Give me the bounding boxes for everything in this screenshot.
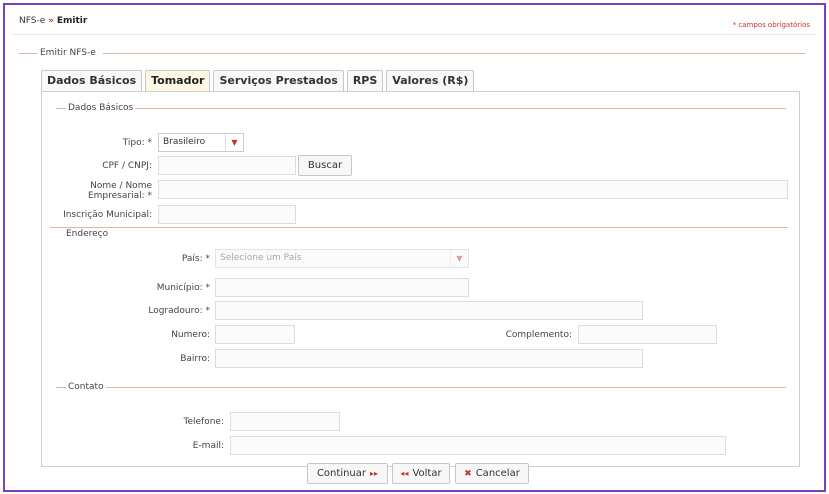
pais-select-placeholder: Selecione um País [220,253,302,263]
logradouro-label-text: Logradouro: [148,306,203,316]
required-fields-note: * campos obrigatórios [732,21,810,29]
window-frame: NFS-e » Emitir * campos obrigatórios Emi… [3,3,826,492]
fieldset-legend-emitir: Emitir NFS-e [38,48,98,58]
breadcrumb: NFS-e » Emitir [19,16,87,26]
double-arrow-right-icon: ▸▸ [370,469,379,478]
header-divider [13,34,816,35]
cancelar-button-label: Cancelar [475,468,520,479]
buscar-button-label: Buscar [307,160,343,171]
email-input[interactable] [230,436,726,455]
cpf-cnpj-input[interactable] [158,156,296,175]
email-label: E-mail: [192,441,224,451]
tipo-select[interactable]: Brasileiro ▼ [158,133,244,152]
continuar-button[interactable]: Continuar ▸▸ [307,463,388,484]
tab-dados-basicos[interactable]: Dados Básicos [41,70,143,91]
numero-input[interactable] [215,325,295,344]
fieldset-border [106,387,786,388]
breadcrumb-root[interactable]: NFS-e [19,16,45,26]
tab-bar: Dados Básicos Tomador Serviços Prestados… [41,70,475,91]
fieldset-border [103,53,805,54]
pais-select[interactable]: Selecione um País ▼ [215,249,469,268]
required-marker: * [147,138,153,148]
chevron-down-icon: ▼ [225,134,243,151]
fieldset-border [19,53,37,54]
voltar-button-label: Voltar [412,468,442,479]
breadcrumb-separator: » [48,16,54,26]
cancelar-button[interactable]: ✖ Cancelar [455,463,529,484]
required-marker: * [205,306,211,316]
nome-empresarial-input[interactable] [158,180,788,199]
fieldset-legend-dados-basicos: Dados Básicos [66,103,136,113]
tipo-label-text: Tipo: [122,138,145,148]
bairro-label: Bairro: [180,354,210,364]
chevron-down-icon: ▼ [450,250,468,267]
endereco-divider [50,227,788,228]
buscar-button[interactable]: Buscar [298,155,352,176]
tab-tomador[interactable]: Tomador [145,70,211,91]
continuar-button-label: Continuar [316,468,367,479]
municipio-label: Município: * [156,283,210,293]
logradouro-input[interactable] [215,301,643,320]
fieldset-border [56,387,66,388]
fieldset-border [56,108,66,109]
tipo-label: Tipo: * [82,138,152,148]
logradouro-label: Logradouro: * [122,306,210,316]
tomador-panel: Dados Básicos Tipo: * Brasileiro ▼ CPF /… [41,91,800,467]
tab-valores[interactable]: Valores (R$) [386,70,475,91]
tipo-select-value: Brasileiro [163,137,206,147]
cpf-cnpj-label: CPF / CNPJ: [102,161,152,171]
breadcrumb-current: Emitir [56,16,88,26]
tab-servicos-prestados[interactable]: Serviços Prestados [213,70,344,91]
voltar-button[interactable]: ◂◂ Voltar [392,463,450,484]
nome-empresarial-label: Nome / Nome Empresarial: * [62,181,152,201]
municipio-input[interactable] [215,278,469,297]
tab-rps[interactable]: RPS [346,70,384,91]
nome-label-line1: Nome / Nome [90,181,152,191]
x-icon: ✖ [464,468,472,479]
pais-label: País: * [142,254,210,264]
required-marker: * [205,254,211,264]
bairro-input[interactable] [215,349,643,368]
nome-label-line2: Empresarial: * [87,191,152,201]
numero-label: Numero: [171,330,210,340]
telefone-input[interactable] [230,412,340,431]
inscricao-municipal-label: Inscrição Municipal: [63,210,152,220]
fieldset-border [132,108,786,109]
telefone-label: Telefone: [183,417,225,427]
double-arrow-left-icon: ◂◂ [400,469,409,478]
pais-label-text: País: [181,254,203,264]
inscricao-municipal-input[interactable] [158,205,296,224]
section-title-endereco: Endereço [64,229,111,239]
fieldset-legend-contato: Contato [66,382,106,392]
complemento-label: Complemento: [505,330,572,340]
complemento-input[interactable] [578,325,717,344]
